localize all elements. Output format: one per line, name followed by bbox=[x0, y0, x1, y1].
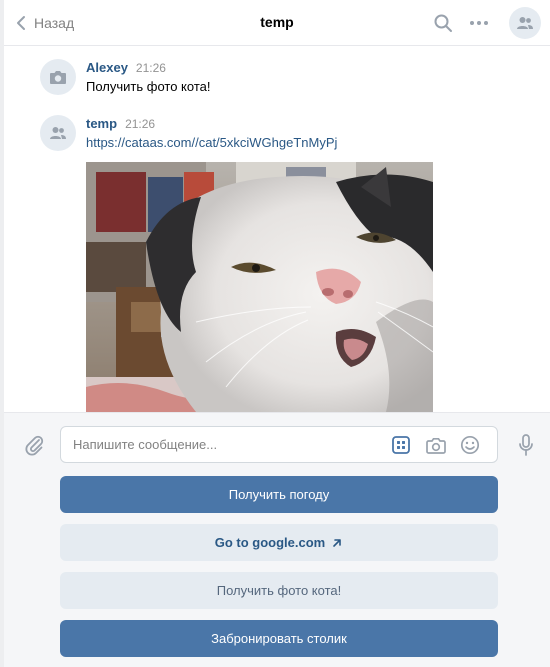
chat-avatar[interactable] bbox=[509, 7, 541, 39]
more-icon[interactable] bbox=[467, 11, 491, 35]
message-text: Получить фото кота! bbox=[86, 79, 211, 94]
chat-header: Назад temp bbox=[4, 0, 550, 46]
keyboard-button-label: Забронировать столик bbox=[211, 631, 347, 646]
chat-window: Назад temp Alexey 21:26 Получить фото кот… bbox=[4, 0, 550, 667]
keyboard-button-google-link[interactable]: Go to google.com bbox=[60, 524, 498, 561]
cat-photo[interactable] bbox=[86, 162, 433, 412]
message-time: 21:26 bbox=[125, 117, 156, 131]
message-input-box bbox=[60, 426, 498, 463]
message-composer: Получить погоду Go to google.com Получит… bbox=[4, 412, 550, 667]
external-link-icon bbox=[333, 538, 342, 547]
message-input[interactable] bbox=[73, 427, 373, 462]
group-icon bbox=[517, 17, 533, 29]
message-time: 21:26 bbox=[135, 61, 166, 75]
group-icon bbox=[50, 127, 66, 139]
message-link[interactable]: https://cataas.com//cat/5xkciWGhgeTnMyPj bbox=[86, 135, 337, 150]
search-icon[interactable] bbox=[431, 11, 455, 35]
keyboard-button-label: Go to google.com bbox=[214, 535, 326, 550]
keyboard-button-label: Получить погоду bbox=[228, 487, 330, 502]
keyboard-button-label: Получить фото кота! bbox=[216, 583, 342, 598]
keyboard-button-book-table[interactable]: Забронировать столик bbox=[60, 620, 498, 657]
camera-icon[interactable] bbox=[425, 434, 447, 456]
keyboard-button-weather[interactable]: Получить погоду bbox=[60, 476, 498, 513]
keyboard-toggle-icon[interactable] bbox=[390, 434, 412, 456]
message-author[interactable]: Alexey bbox=[86, 60, 128, 75]
microphone-icon[interactable] bbox=[516, 433, 536, 457]
smile-icon[interactable] bbox=[459, 434, 481, 456]
camera-icon bbox=[50, 70, 66, 84]
paperclip-icon[interactable] bbox=[22, 433, 46, 457]
avatar[interactable] bbox=[40, 59, 76, 95]
keyboard-button-cat-photo[interactable]: Получить фото кота! bbox=[60, 572, 498, 609]
message-author[interactable]: temp bbox=[86, 116, 117, 131]
avatar[interactable] bbox=[40, 115, 76, 151]
